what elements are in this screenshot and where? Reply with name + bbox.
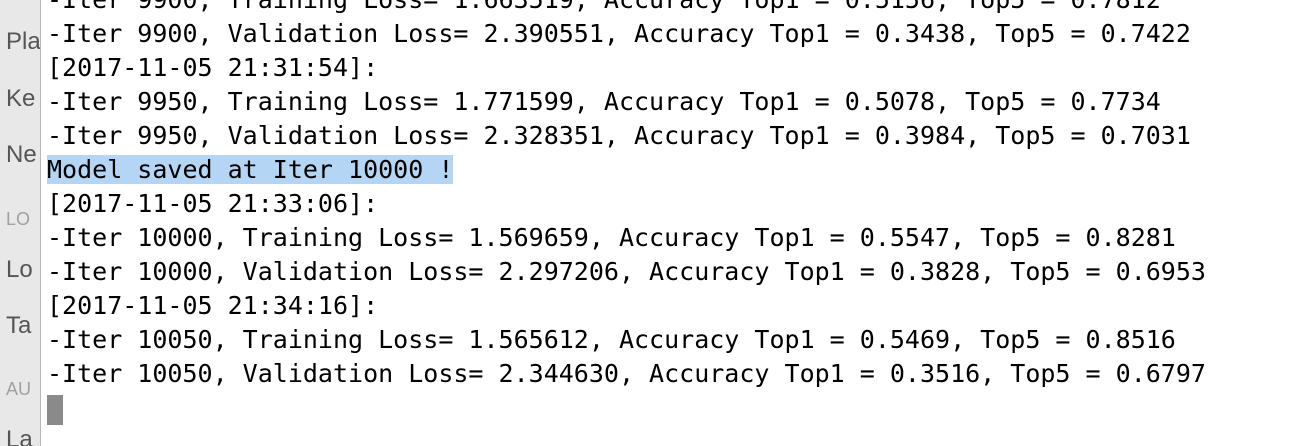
terminal-cursor (47, 395, 63, 425)
sidebar-item-2[interactable]: Ne (6, 143, 37, 167)
sidebar-item-5[interactable]: Ta (6, 314, 31, 338)
terminal-line: -Iter 10050, Validation Loss= 2.344630, … (47, 359, 1206, 388)
terminal-line: -Iter 10000, Validation Loss= 2.297206, … (47, 257, 1206, 286)
terminal-line: -Iter 9950, Validation Loss= 2.328351, A… (47, 121, 1191, 150)
terminal-output[interactable]: -Iter 9900, Training Loss= 1.663519, Acc… (41, 0, 1308, 446)
terminal-line: [2017-11-05 21:34:16]: (47, 291, 379, 320)
terminal-lines: -Iter 9900, Training Loss= 1.663519, Acc… (47, 0, 1206, 425)
text-selection: Model saved at Iter 10000 ! (47, 155, 454, 184)
screen: Pla Ke Ne LO Lo Ta AU La -Iter 9900, Tra… (0, 0, 1308, 446)
terminal-line: -Iter 9900, Validation Loss= 2.390551, A… (47, 19, 1191, 48)
terminal-line: -Iter 9900, Training Loss= 1.663519, Acc… (47, 0, 1206, 17)
terminal-line-selected: Model saved at Iter 10000 ! (47, 153, 1206, 187)
sidebar-item-1[interactable]: Ke (6, 87, 35, 111)
sidebar-section-header: AU (6, 379, 32, 399)
terminal-line: -Iter 10000, Training Loss= 1.569659, Ac… (47, 223, 1176, 252)
terminal-line: -Iter 10050, Training Loss= 1.565612, Ac… (47, 325, 1176, 354)
terminal-line: [2017-11-05 21:31:54]: (47, 53, 379, 82)
sidebar-item-4[interactable]: Lo (6, 258, 33, 282)
sidebar-item-0[interactable]: Pla (6, 30, 40, 54)
sidebar: Pla Ke Ne LO Lo Ta AU La (0, 0, 40, 446)
terminal-line: [2017-11-05 21:33:06]: (47, 189, 379, 218)
terminal-line: -Iter 9950, Training Loss= 1.771599, Acc… (47, 87, 1161, 116)
sidebar-item-7[interactable]: La (6, 428, 33, 446)
sidebar-section-header: LO (6, 209, 31, 229)
